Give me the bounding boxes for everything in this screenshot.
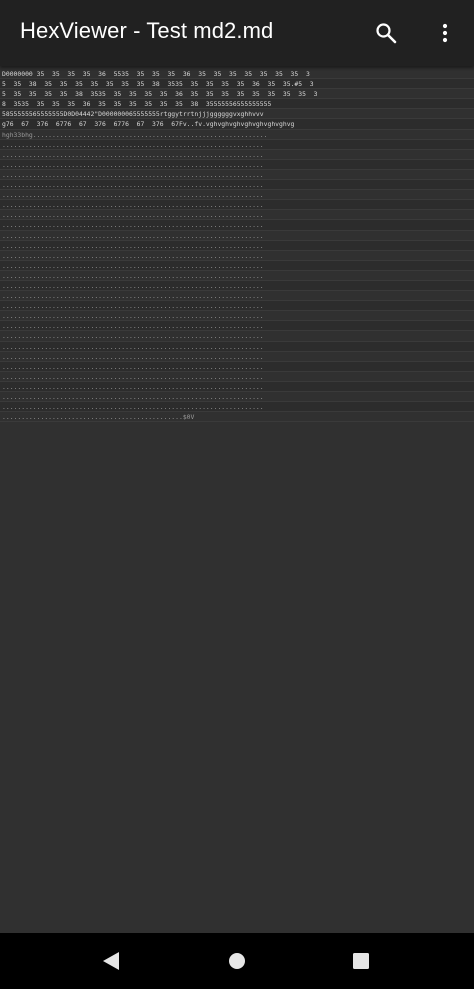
hex-line: ........................................… bbox=[0, 321, 474, 332]
hex-line: D0000000 35 35 35 35 36 5535 35 35 35 36… bbox=[0, 69, 474, 80]
hex-line: ........................................… bbox=[0, 280, 474, 292]
hex-line: ........................................… bbox=[0, 251, 474, 261]
hex-line: ........................................… bbox=[0, 190, 474, 201]
system-navigation-bar bbox=[0, 933, 474, 989]
hex-line: ........................................… bbox=[0, 352, 474, 362]
hex-line: ........................................… bbox=[0, 139, 474, 150]
home-icon bbox=[229, 953, 245, 969]
hex-line: ........................................… bbox=[0, 392, 474, 403]
hex-line: ........................................… bbox=[0, 402, 474, 413]
hex-line: ........................................… bbox=[0, 301, 474, 312]
hex-line: ........................................… bbox=[0, 291, 474, 302]
hex-line: ........................................… bbox=[0, 381, 474, 392]
hex-line: 5 35 35 35 35 38 3535 35 35 35 35 36 35 … bbox=[0, 89, 474, 100]
hex-line: ........................................… bbox=[0, 220, 474, 231]
more-options-button[interactable] bbox=[425, 13, 465, 53]
hex-content-area[interactable]: D0000000 35 35 35 35 36 5535 35 35 35 36… bbox=[0, 66, 474, 933]
hex-line: 5855555565555555D0D04442"D00000006555555… bbox=[0, 109, 474, 120]
hex-line: ........................................… bbox=[0, 159, 474, 170]
hex-line: g76 67 376 6776 67 376 6776 67 376 67Fv.… bbox=[0, 119, 474, 130]
hex-line: 8 3535 35 35 35 36 35 35 35 35 35 35 38 … bbox=[0, 99, 474, 110]
hex-line: ........................................… bbox=[0, 180, 474, 191]
hex-line: ........................................… bbox=[0, 311, 474, 322]
hex-line: ........................................… bbox=[0, 170, 474, 181]
app-bar: HexViewer - Test md2.md bbox=[0, 0, 474, 66]
app-title: HexViewer - Test md2.md bbox=[20, 18, 274, 43]
recents-button[interactable] bbox=[341, 941, 381, 981]
back-button[interactable] bbox=[91, 941, 131, 981]
more-vert-icon bbox=[442, 23, 448, 43]
hex-line: 5 35 38 35 35 35 35 35 35 35 38 3535 35 … bbox=[0, 79, 474, 90]
recents-icon bbox=[353, 953, 369, 969]
hex-line: ........................................… bbox=[0, 341, 474, 352]
hex-line: hgh33bhg................................… bbox=[0, 130, 474, 140]
hex-line: ........................................… bbox=[0, 240, 474, 251]
hex-line: ........................................… bbox=[0, 412, 474, 423]
hex-line: ........................................… bbox=[0, 271, 474, 281]
search-icon bbox=[376, 23, 397, 44]
home-button[interactable] bbox=[217, 941, 257, 981]
hex-line: ........................................… bbox=[0, 231, 474, 241]
hex-line: ........................................… bbox=[0, 331, 474, 342]
hex-line: ........................................… bbox=[0, 361, 474, 372]
hex-lines-list[interactable]: D0000000 35 35 35 35 36 5535 35 35 35 36… bbox=[0, 66, 474, 423]
hex-line: ........................................… bbox=[0, 372, 474, 382]
hex-line: ........................................… bbox=[0, 210, 474, 221]
hex-line: ........................................… bbox=[0, 150, 474, 160]
search-button[interactable] bbox=[366, 13, 406, 53]
hex-line: ........................................… bbox=[0, 200, 474, 211]
hex-line: ........................................… bbox=[0, 260, 474, 271]
back-icon bbox=[103, 952, 119, 970]
